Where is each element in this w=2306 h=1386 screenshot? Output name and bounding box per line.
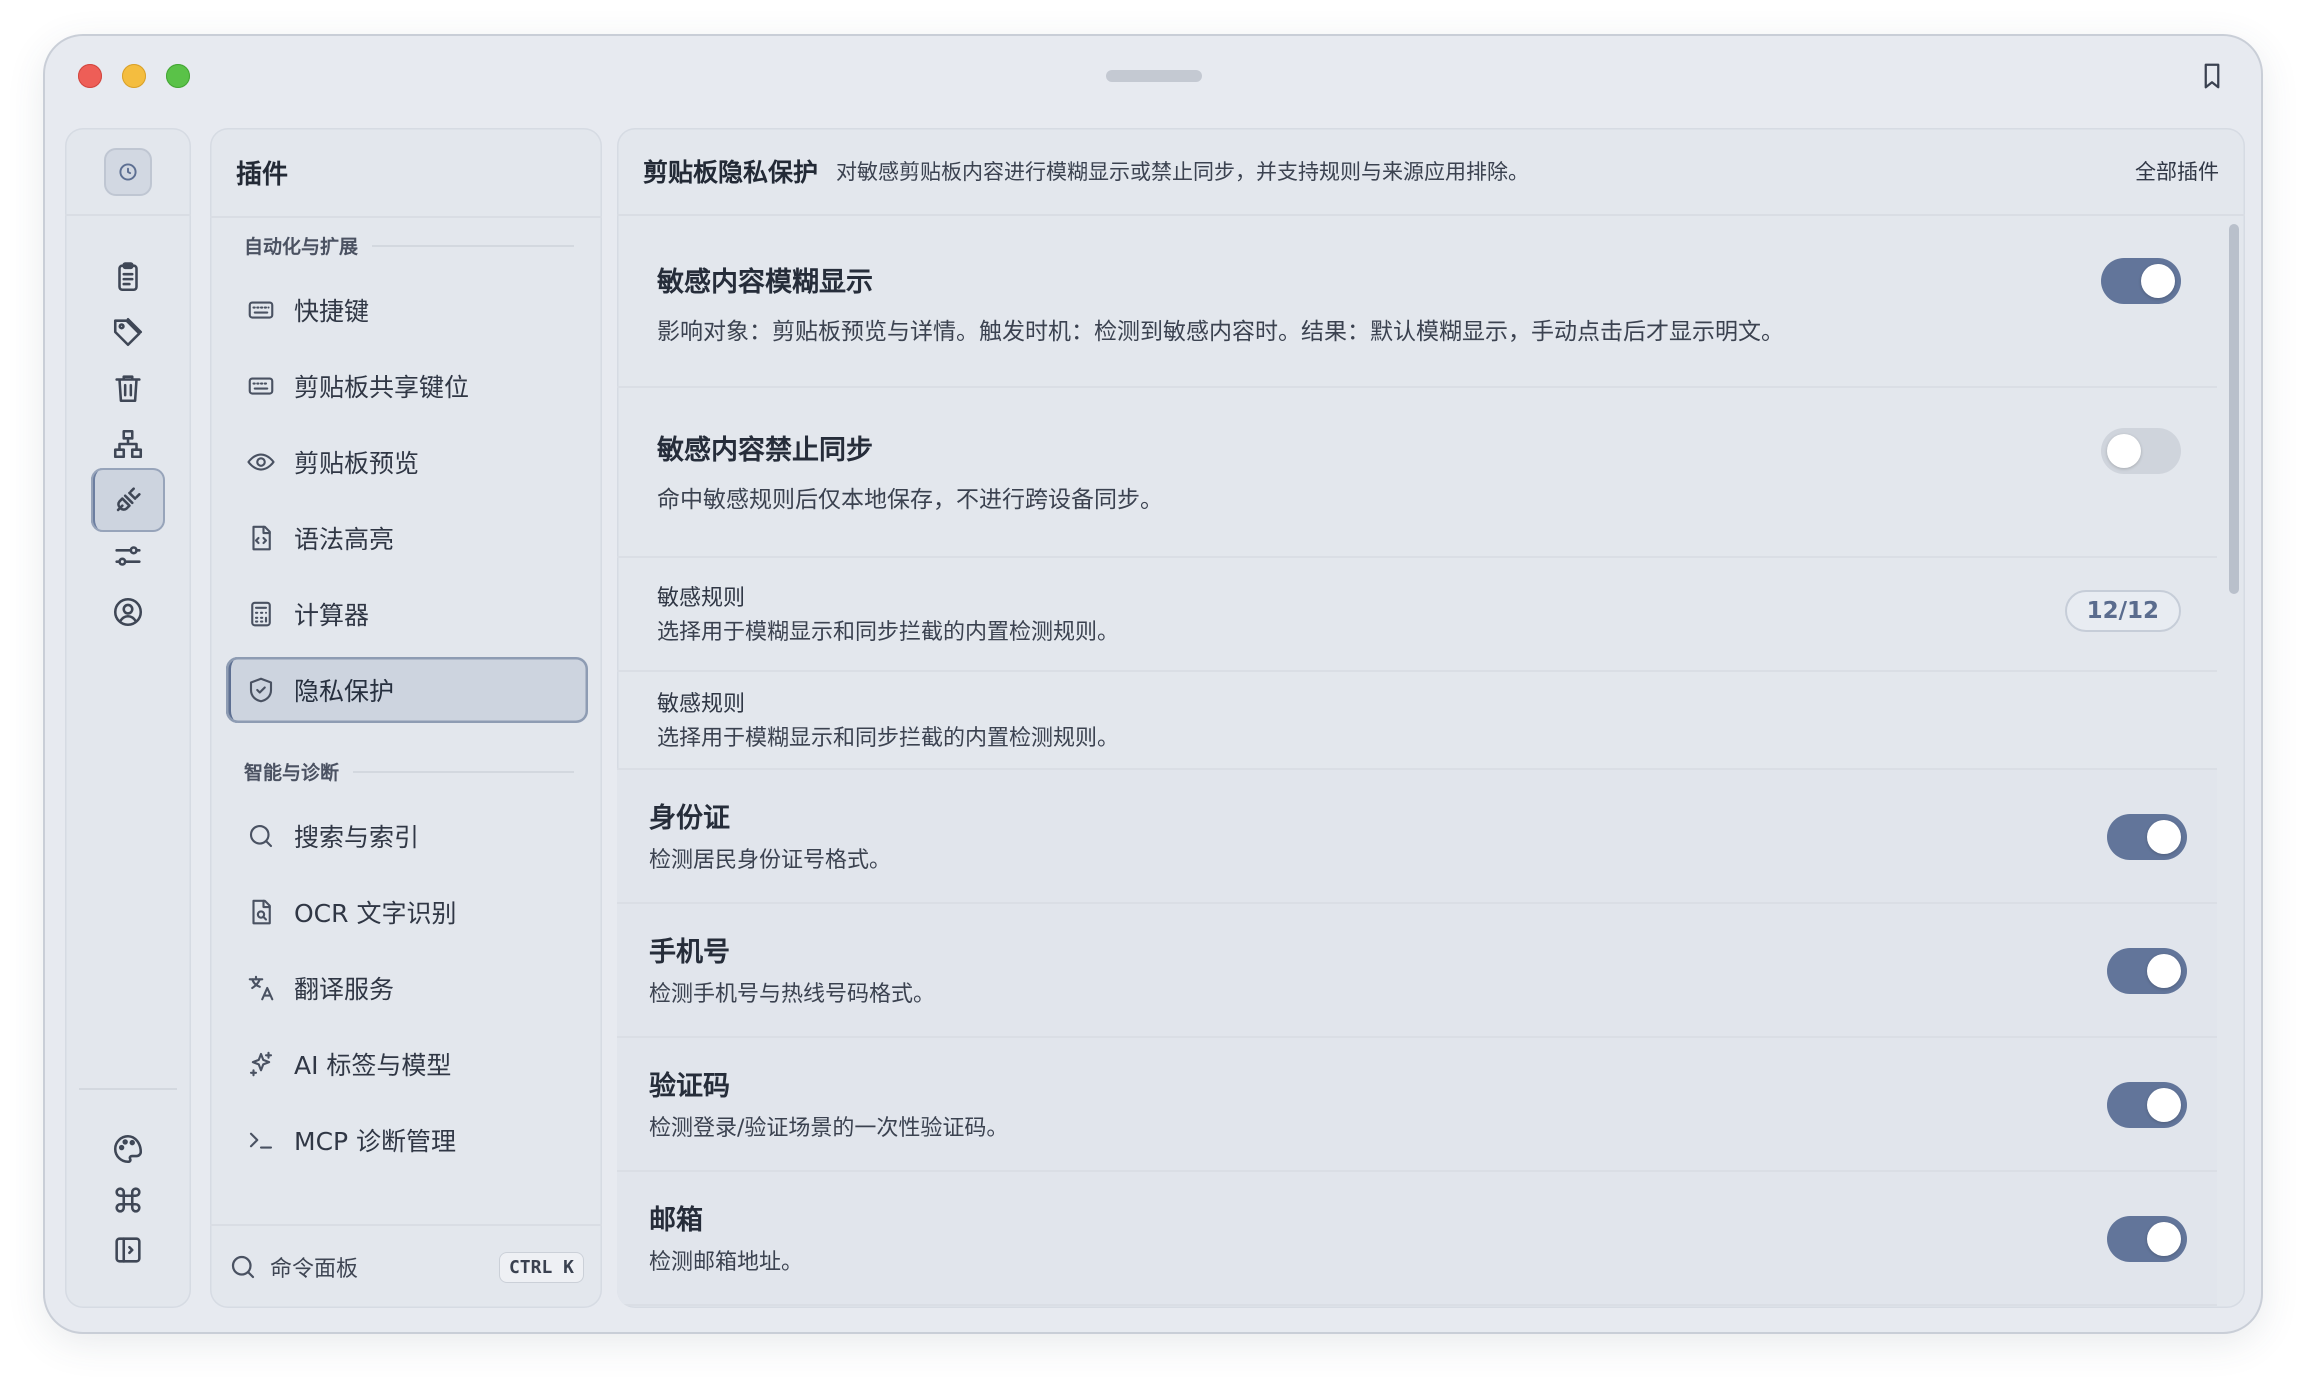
main-header: 剪贴板隐私保护 对敏感剪贴板内容进行模糊显示或禁止同步，并支持规则与来源应用排除… [617,128,2245,216]
setting-row-blur: 敏感内容模糊显示 影响对象：剪贴板预览与详情。触发时机：检测到敏感内容时。结果：… [617,218,2217,388]
rule-phone-toggle[interactable] [2107,948,2187,994]
rule-description: 检测邮箱地址。 [649,1250,804,1275]
search-icon [249,824,273,848]
block-sync-toggle[interactable] [2101,428,2181,474]
rail-sidebar-toggle-button[interactable] [91,1218,165,1282]
nav-item-ai-tags[interactable]: AI 标签与模型 [226,1031,588,1097]
code-file-icon [252,525,271,551]
rail-network-button[interactable] [91,412,165,476]
command-palette-label: 命令面板 [270,1257,359,1282]
page-title: 剪贴板隐私保护 [643,158,819,187]
plugins-panel: 插件 自动化与扩展 快捷键 剪贴板共享键位 剪贴板预览 语法高亮 计算器 隐私保… [210,128,602,1308]
ocr-file-icon [252,899,271,925]
settings-list[interactable]: 敏感内容模糊显示 影响对象：剪贴板预览与详情。触发时机：检测到敏感内容时。结果：… [617,218,2217,1308]
clipboard-icon [118,262,138,292]
rules-header-title: 敏感规则 [657,692,746,717]
terminal-icon [249,1132,273,1149]
setting-description: 影响对象：剪贴板预览与详情。触发时机：检测到敏感内容时。结果：默认模糊显示，手动… [657,319,1784,345]
tag-icon [113,317,143,347]
nav-item-syntax-highlight[interactable]: 语法高亮 [226,505,588,571]
window-controls [78,64,190,88]
nav-item-ocr[interactable]: OCR 文字识别 [226,879,588,945]
drag-handle[interactable] [1106,70,1202,82]
sidebar-toggle-icon [115,1237,141,1263]
translate-icon [248,975,274,1001]
section-label-intelligence: 智能与诊断 [244,758,574,785]
palette-icon [113,1134,143,1164]
maximize-window-button[interactable] [166,64,190,88]
nav-item-translate[interactable]: 翻译服务 [226,955,588,1021]
setting-description: 命中敏感规则后仅本地保存，不进行跨设备同步。 [657,487,1163,513]
rules-count-badge: 12/12 [2064,590,2181,632]
nav-item-clipboard-preview[interactable]: 剪贴板预览 [226,429,588,495]
section-label-automation: 自动化与扩展 [244,232,574,259]
rule-description: 检测手机号与热线号码格式。 [649,982,936,1007]
command-palette-bar[interactable]: 命令面板 CTRL K [210,1224,602,1308]
sparkles-icon [249,1051,273,1077]
rule-row-verification-code: 验证码 检测登录/验证场景的一次性验证码。 [617,1038,2217,1172]
rule-description: 检测居民身份证号格式。 [649,848,892,873]
user-circle-icon [113,597,143,627]
keyboard-icon [248,301,274,319]
network-icon [113,429,143,459]
blur-sensitive-toggle[interactable] [2101,258,2181,304]
rail-account-button[interactable] [91,580,165,644]
rules-header-description: 选择用于模糊显示和同步拦截的内置检测规则。 [657,726,1120,751]
rules-summary-title: 敏感规则 [657,586,746,611]
setting-row-rules-summary[interactable]: 敏感规则 选择用于模糊显示和同步拦截的内置检测规则。 12/12 [617,558,2217,670]
page-description: 对敏感剪贴板内容进行模糊显示或禁止同步，并支持规则与来源应用排除。 [836,160,1530,184]
plugins-title: 插件 [236,160,289,190]
nav-item-search-index[interactable]: 搜索与索引 [226,803,588,869]
close-window-button[interactable] [78,64,102,88]
rule-verification-code-toggle[interactable] [2107,1082,2187,1128]
shield-check-icon [249,677,273,703]
nav-item-calculator[interactable]: 计算器 [226,581,588,647]
trash-icon [115,375,141,403]
rail-settings-button[interactable] [91,524,165,588]
rail-tags-button[interactable] [91,300,165,364]
rule-title: 验证码 [649,1071,730,1102]
rule-title: 身份证 [649,803,730,834]
setting-title: 敏感内容禁止同步 [657,435,873,466]
search-icon [231,1255,255,1279]
sliders-icon [115,546,141,566]
rail-plugins-button[interactable] [91,468,165,532]
setting-row-rules-header: 敏感规则 选择用于模糊显示和同步拦截的内置检测规则。 [617,670,2217,770]
rule-email-toggle[interactable] [2107,1216,2187,1262]
app-logo[interactable] [104,148,152,196]
rule-row-email: 邮箱 检测邮箱地址。 [617,1172,2217,1306]
rail-trash-button[interactable] [91,356,165,420]
all-plugins-link[interactable]: 全部插件 [2135,156,2219,186]
nav-item-mcp[interactable]: MCP 诊断管理 [226,1107,588,1173]
nav-item-shortcuts[interactable]: 快捷键 [226,277,588,343]
bookmark-icon[interactable] [2197,61,2227,91]
rule-description: 检测登录/验证场景的一次性验证码。 [649,1116,1009,1141]
main-panel: 剪贴板隐私保护 对敏感剪贴板内容进行模糊显示或禁止同步，并支持规则与来源应用排除… [617,128,2245,1308]
rule-id-card-toggle[interactable] [2107,814,2187,860]
rule-row-phone: 手机号 检测手机号与热线号码格式。 [617,904,2217,1038]
minimize-window-button[interactable] [122,64,146,88]
plug-icon [116,487,141,512]
rules-summary-description: 选择用于模糊显示和同步拦截的内置检测规则。 [657,620,1120,645]
rule-row-id-card: 身份证 检测居民身份证号格式。 [617,770,2217,904]
setting-row-no-sync: 敏感内容禁止同步 命中敏感规则后仅本地保存，不进行跨设备同步。 [617,388,2217,558]
command-palette-shortcut: CTRL K [498,1251,584,1283]
command-icon [115,1187,141,1213]
refresh-logo-icon [119,163,137,181]
rail-divider [79,1088,177,1090]
icon-rail [65,128,191,1308]
rule-title: 邮箱 [649,1205,703,1236]
scrollbar[interactable] [2229,224,2239,594]
nav-item-clipboard-share-keys[interactable]: 剪贴板共享键位 [226,353,588,419]
keyboard-icon [248,377,274,395]
app-window: 插件 自动化与扩展 快捷键 剪贴板共享键位 剪贴板预览 语法高亮 计算器 隐私保… [45,36,2261,1332]
rule-title: 手机号 [649,937,730,968]
eye-icon [247,453,275,471]
setting-title: 敏感内容模糊显示 [657,267,873,298]
nav-item-privacy[interactable]: 隐私保护 [226,657,588,723]
calculator-icon [251,601,271,627]
